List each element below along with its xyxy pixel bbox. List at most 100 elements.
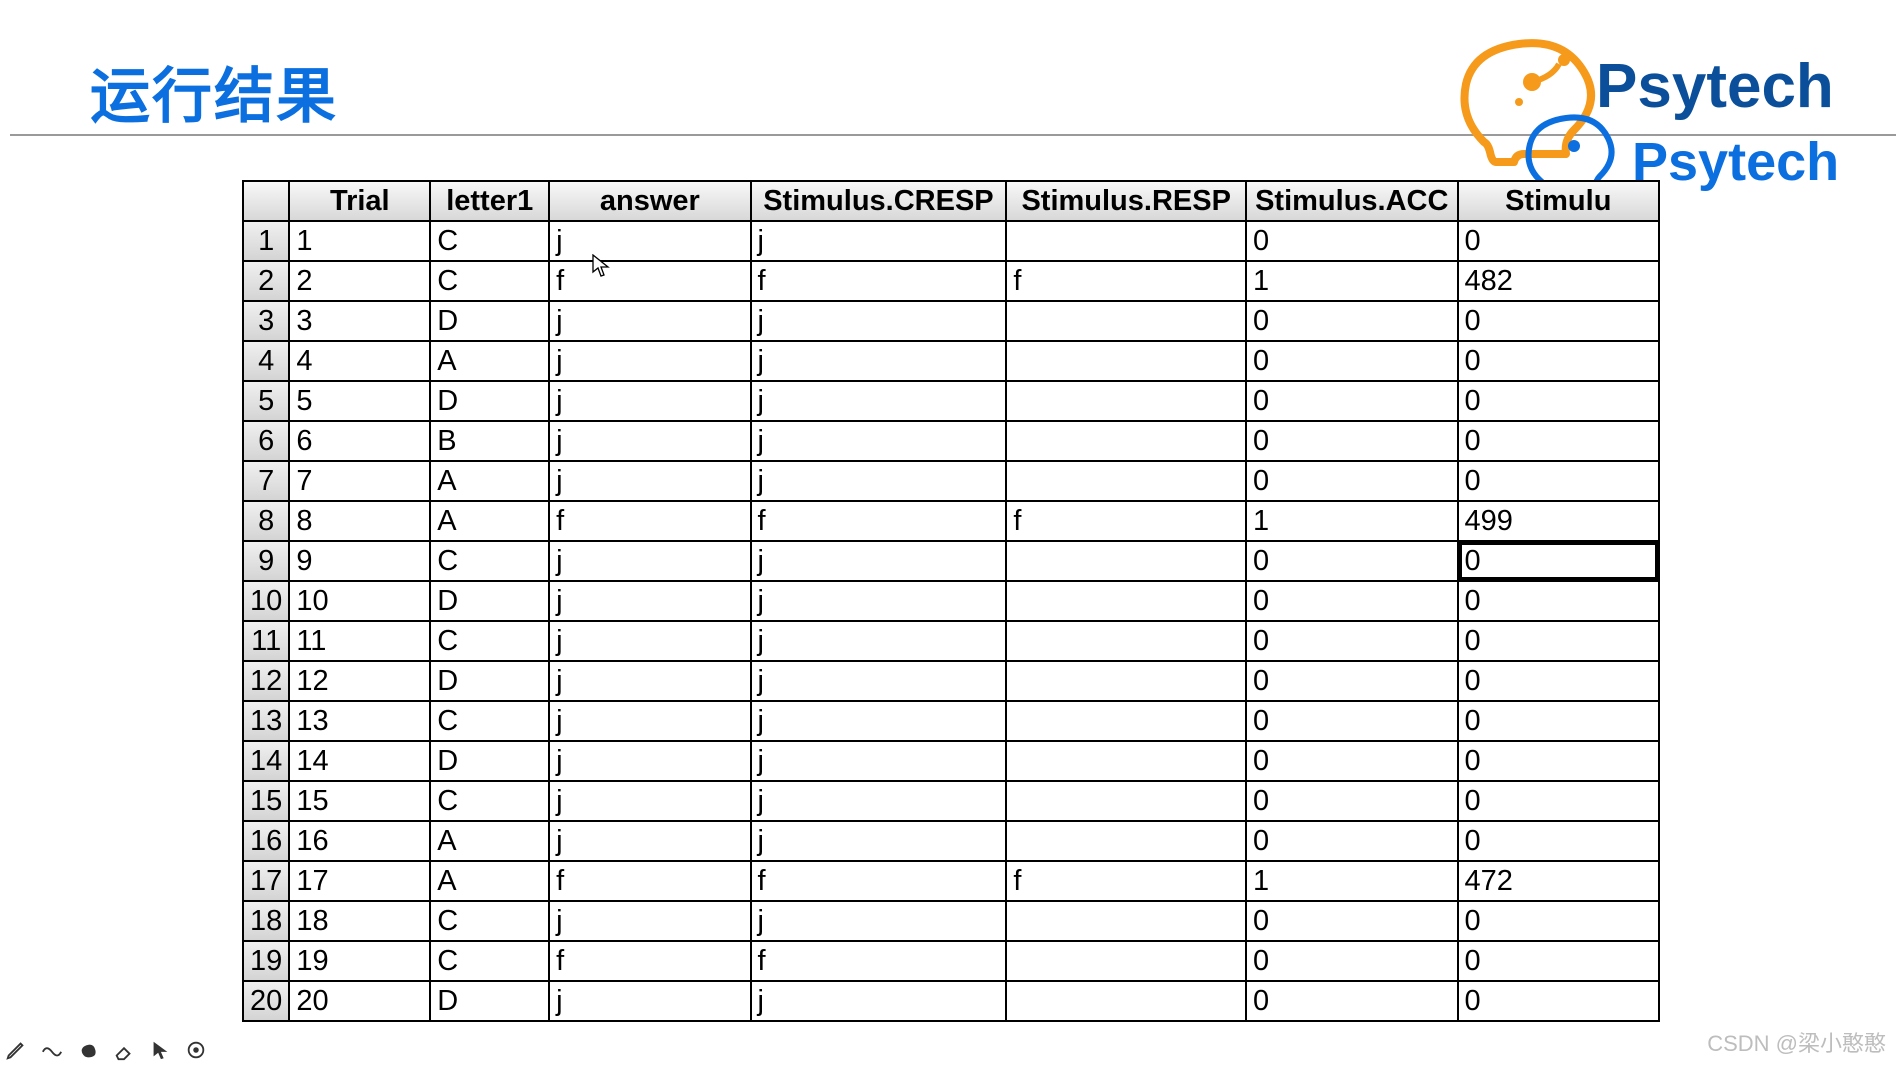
- row-number[interactable]: 13: [243, 701, 289, 741]
- cell-answer[interactable]: j: [549, 541, 750, 581]
- cell-cresp[interactable]: j: [751, 661, 1007, 701]
- cell-acc[interactable]: 0: [1246, 301, 1457, 341]
- row-number[interactable]: 17: [243, 861, 289, 901]
- cell-acc[interactable]: 0: [1246, 421, 1457, 461]
- cell-acc[interactable]: 0: [1246, 621, 1457, 661]
- cell-trial[interactable]: 18: [289, 901, 430, 941]
- cell-cresp[interactable]: j: [751, 461, 1007, 501]
- cell-letter1[interactable]: A: [430, 861, 549, 901]
- cell-resp[interactable]: [1006, 661, 1246, 701]
- cell-rt[interactable]: 0: [1458, 821, 1659, 861]
- cell-rt[interactable]: 0: [1458, 461, 1659, 501]
- cell-resp[interactable]: [1006, 701, 1246, 741]
- cell-rt[interactable]: 0: [1458, 941, 1659, 981]
- cell-acc[interactable]: 0: [1246, 581, 1457, 621]
- row-number[interactable]: 4: [243, 341, 289, 381]
- cell-resp[interactable]: [1006, 621, 1246, 661]
- cell-answer[interactable]: f: [549, 861, 750, 901]
- cell-acc[interactable]: 1: [1246, 261, 1457, 301]
- cell-cresp[interactable]: j: [751, 581, 1007, 621]
- cell-acc[interactable]: 0: [1246, 381, 1457, 421]
- cell-resp[interactable]: [1006, 341, 1246, 381]
- row-number[interactable]: 20: [243, 981, 289, 1021]
- cell-resp[interactable]: [1006, 221, 1246, 261]
- cell-acc[interactable]: 0: [1246, 541, 1457, 581]
- col-head-rt[interactable]: Stimulu: [1458, 181, 1659, 221]
- row-number[interactable]: 6: [243, 421, 289, 461]
- cell-answer[interactable]: j: [549, 381, 750, 421]
- cell-rt[interactable]: 482: [1458, 261, 1659, 301]
- cell-trial[interactable]: 7: [289, 461, 430, 501]
- cell-letter1[interactable]: D: [430, 301, 549, 341]
- cell-resp[interactable]: [1006, 541, 1246, 581]
- cell-answer[interactable]: j: [549, 701, 750, 741]
- cell-letter1[interactable]: D: [430, 581, 549, 621]
- cell-acc[interactable]: 0: [1246, 941, 1457, 981]
- row-number[interactable]: 9: [243, 541, 289, 581]
- cell-acc[interactable]: 0: [1246, 901, 1457, 941]
- cell-rt[interactable]: 0: [1458, 221, 1659, 261]
- cell-resp[interactable]: [1006, 381, 1246, 421]
- cell-answer[interactable]: j: [549, 981, 750, 1021]
- cell-letter1[interactable]: B: [430, 421, 549, 461]
- cell-letter1[interactable]: C: [430, 541, 549, 581]
- wave-icon[interactable]: [40, 1038, 64, 1062]
- cell-rt[interactable]: 0: [1458, 701, 1659, 741]
- cell-letter1[interactable]: A: [430, 821, 549, 861]
- cell-cresp[interactable]: f: [751, 261, 1007, 301]
- cell-trial[interactable]: 9: [289, 541, 430, 581]
- cell-answer[interactable]: j: [549, 221, 750, 261]
- cell-letter1[interactable]: C: [430, 221, 549, 261]
- cell-cresp[interactable]: j: [751, 221, 1007, 261]
- pencil-icon[interactable]: [4, 1038, 28, 1062]
- cell-letter1[interactable]: C: [430, 701, 549, 741]
- cell-trial[interactable]: 20: [289, 981, 430, 1021]
- cell-cresp[interactable]: f: [751, 941, 1007, 981]
- cell-resp[interactable]: [1006, 581, 1246, 621]
- cell-rt[interactable]: 0: [1458, 341, 1659, 381]
- col-head-cresp[interactable]: Stimulus.CRESP: [751, 181, 1007, 221]
- cell-trial[interactable]: 12: [289, 661, 430, 701]
- cell-cresp[interactable]: j: [751, 781, 1007, 821]
- cell-rt[interactable]: 0: [1458, 781, 1659, 821]
- cell-rt[interactable]: 0: [1458, 621, 1659, 661]
- cell-trial[interactable]: 15: [289, 781, 430, 821]
- cell-resp[interactable]: [1006, 821, 1246, 861]
- cell-answer[interactable]: j: [549, 461, 750, 501]
- cell-cresp[interactable]: j: [751, 701, 1007, 741]
- cell-acc[interactable]: 0: [1246, 701, 1457, 741]
- record-icon[interactable]: [184, 1038, 208, 1062]
- cell-answer[interactable]: f: [549, 941, 750, 981]
- cell-acc[interactable]: 0: [1246, 341, 1457, 381]
- cell-acc[interactable]: 0: [1246, 981, 1457, 1021]
- cell-cresp[interactable]: f: [751, 861, 1007, 901]
- row-number[interactable]: 3: [243, 301, 289, 341]
- cell-acc[interactable]: 1: [1246, 861, 1457, 901]
- row-number[interactable]: 5: [243, 381, 289, 421]
- cell-cresp[interactable]: j: [751, 301, 1007, 341]
- cell-trial[interactable]: 19: [289, 941, 430, 981]
- cell-cresp[interactable]: j: [751, 621, 1007, 661]
- cell-letter1[interactable]: C: [430, 781, 549, 821]
- cell-letter1[interactable]: C: [430, 901, 549, 941]
- col-head-rownum[interactable]: [243, 181, 289, 221]
- eraser-icon[interactable]: [112, 1038, 136, 1062]
- cell-resp[interactable]: [1006, 461, 1246, 501]
- cell-answer[interactable]: j: [549, 421, 750, 461]
- cell-rt[interactable]: 0: [1458, 301, 1659, 341]
- col-head-letter1[interactable]: letter1: [430, 181, 549, 221]
- cell-acc[interactable]: 0: [1246, 661, 1457, 701]
- cell-trial[interactable]: 11: [289, 621, 430, 661]
- row-number[interactable]: 10: [243, 581, 289, 621]
- pointer-icon[interactable]: [148, 1038, 172, 1062]
- cell-answer[interactable]: j: [549, 821, 750, 861]
- cell-rt[interactable]: 0: [1458, 381, 1659, 421]
- cell-cresp[interactable]: j: [751, 741, 1007, 781]
- cell-trial[interactable]: 4: [289, 341, 430, 381]
- cell-answer[interactable]: j: [549, 621, 750, 661]
- cell-letter1[interactable]: C: [430, 261, 549, 301]
- cell-letter1[interactable]: C: [430, 621, 549, 661]
- cell-rt[interactable]: 0: [1458, 741, 1659, 781]
- cell-resp[interactable]: f: [1006, 861, 1246, 901]
- cell-rt[interactable]: 472: [1458, 861, 1659, 901]
